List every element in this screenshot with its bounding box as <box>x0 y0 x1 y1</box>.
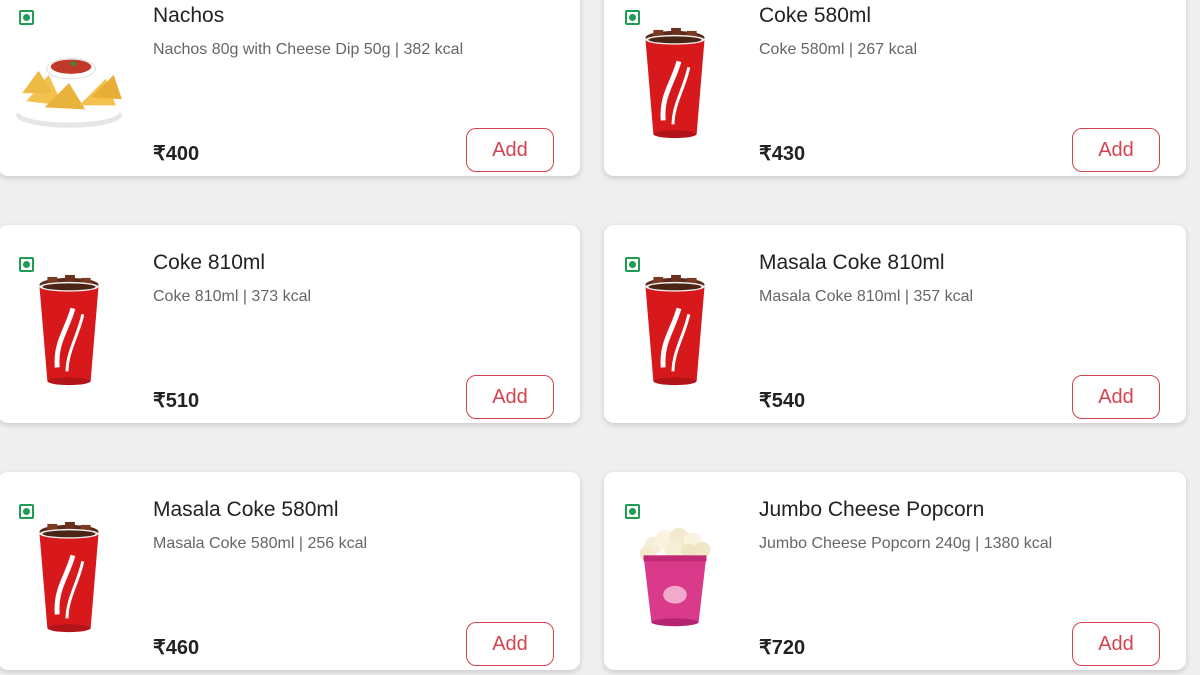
menu-item-card: Coke 810ml Coke 810ml | 373 kcal ₹510 Ad… <box>0 225 580 423</box>
item-description: Nachos 80g with Cheese Dip 50g | 382 kca… <box>153 41 464 58</box>
popcorn-tub-icon <box>614 520 736 638</box>
cola-cup-icon <box>614 273 736 391</box>
item-name: Masala Coke 580ml <box>153 498 339 521</box>
item-description: Coke 810ml | 373 kcal <box>153 288 312 305</box>
item-price: ₹540 <box>759 390 806 412</box>
item-price: ₹460 <box>153 637 200 659</box>
cola-cup-icon <box>614 26 736 144</box>
veg-indicator-icon <box>625 10 640 25</box>
item-name: Coke 810ml <box>153 251 266 274</box>
item-price: ₹720 <box>759 637 806 659</box>
item-name: Coke 580ml <box>759 4 872 27</box>
item-name: Masala Coke 810ml <box>759 251 945 274</box>
add-button[interactable]: Add <box>1072 622 1160 666</box>
item-description: Masala Coke 810ml | 357 kcal <box>759 288 974 305</box>
item-description: Masala Coke 580ml | 256 kcal <box>153 535 368 552</box>
veg-indicator-icon <box>625 504 640 519</box>
veg-indicator-icon <box>19 257 34 272</box>
veg-indicator-icon <box>19 10 34 25</box>
veg-indicator-icon <box>19 504 34 519</box>
add-button[interactable]: Add <box>466 375 554 419</box>
cola-cup-icon <box>8 520 130 638</box>
cola-cup-icon <box>8 273 130 391</box>
item-price: ₹510 <box>153 390 200 412</box>
menu-item-card: Coke 580ml Coke 580ml | 267 kcal ₹430 Ad… <box>604 0 1186 176</box>
add-button[interactable]: Add <box>466 622 554 666</box>
menu-item-card: Masala Coke 580ml Masala Coke 580ml | 25… <box>0 472 580 670</box>
menu-item-card: Jumbo Cheese Popcorn Jumbo Cheese Popcor… <box>604 472 1186 670</box>
nachos-icon <box>8 26 130 144</box>
veg-indicator-icon <box>625 257 640 272</box>
add-button[interactable]: Add <box>1072 128 1160 172</box>
add-button[interactable]: Add <box>466 128 554 172</box>
add-button[interactable]: Add <box>1072 375 1160 419</box>
item-description: Coke 580ml | 267 kcal <box>759 41 918 58</box>
item-price: ₹430 <box>759 143 806 165</box>
menu-item-card: Nachos Nachos 80g with Cheese Dip 50g | … <box>0 0 580 176</box>
item-name: Jumbo Cheese Popcorn <box>759 498 985 521</box>
menu-item-card: Masala Coke 810ml Masala Coke 810ml | 35… <box>604 225 1186 423</box>
item-price: ₹400 <box>153 143 200 165</box>
item-name: Nachos <box>153 4 225 27</box>
item-description: Jumbo Cheese Popcorn 240g | 1380 kcal <box>759 535 1053 552</box>
